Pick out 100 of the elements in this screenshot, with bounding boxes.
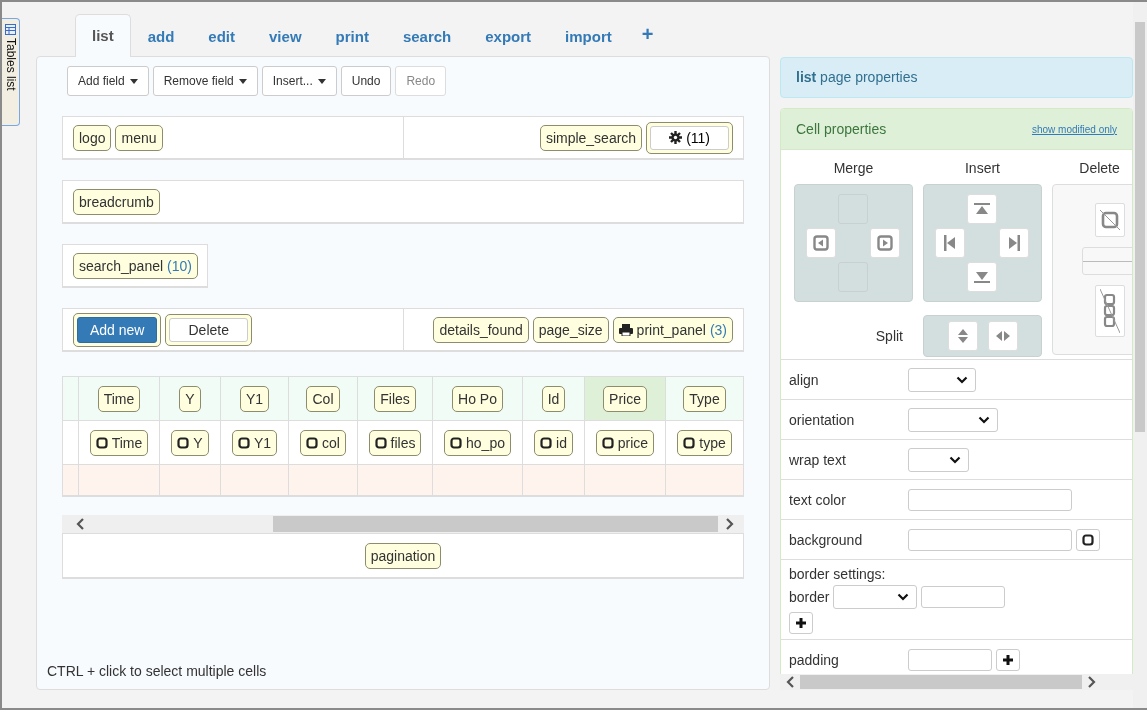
- table-cell[interactable]: Time: [79, 421, 160, 465]
- tab[interactable]: edit: [191, 15, 253, 57]
- table-cell[interactable]: price: [585, 421, 666, 465]
- tab[interactable]: import: [548, 15, 629, 57]
- add-new-button[interactable]: Add new: [77, 316, 158, 343]
- field-chip[interactable]: search_panel (10): [73, 252, 198, 279]
- dropdown-button[interactable]: Remove field: [152, 66, 258, 96]
- header-cell[interactable]: Time: [79, 377, 160, 421]
- field-chip[interactable]: col: [300, 429, 346, 456]
- tab[interactable]: search: [385, 15, 469, 57]
- table-cell[interactable]: col: [289, 421, 358, 465]
- field-chip[interactable]: ho_po: [444, 429, 511, 456]
- select-field[interactable]: [833, 584, 918, 609]
- field-chip[interactable]: menu: [115, 124, 163, 151]
- header-cell[interactable]: Type: [666, 377, 744, 421]
- table-cell[interactable]: Y: [160, 421, 221, 465]
- tab[interactable]: print: [318, 15, 386, 57]
- header-cell[interactable]: Files: [358, 377, 433, 421]
- table-cell[interactable]: type: [666, 421, 744, 465]
- text-field[interactable]: [921, 585, 1006, 608]
- add-padding-button[interactable]: [996, 648, 1020, 671]
- table-cell[interactable]: files: [358, 421, 433, 465]
- column-header-chip[interactable]: Y: [179, 385, 201, 412]
- delete-button[interactable]: Delete: [169, 317, 248, 342]
- tab[interactable]: export: [468, 15, 549, 57]
- scrollbar-thumb[interactable]: [800, 675, 1082, 689]
- field-chip[interactable]: print_panel (3): [612, 316, 733, 343]
- table-cell[interactable]: id: [523, 421, 585, 465]
- chevron-right-icon[interactable]: [1088, 676, 1096, 688]
- table-cell[interactable]: ho_po: [433, 421, 523, 465]
- show-modified-link[interactable]: show modified only: [1031, 123, 1117, 135]
- field-chip[interactable]: page_size: [532, 316, 609, 343]
- delete-column-button[interactable]: [1094, 284, 1125, 337]
- merge-left-button[interactable]: [806, 227, 836, 258]
- header-cell[interactable]: Ho Po: [433, 377, 523, 421]
- table-cell[interactable]: Y1: [221, 421, 289, 465]
- header-cell[interactable]: Price: [585, 377, 666, 421]
- field-chip[interactable]: pagination: [364, 542, 442, 569]
- field-chip[interactable]: type: [677, 429, 732, 456]
- tab[interactable]: view: [252, 15, 319, 57]
- chevron-down-icon: [978, 415, 990, 424]
- dropdown-button[interactable]: Insert...: [261, 66, 337, 96]
- chevron-left-icon[interactable]: [76, 518, 84, 530]
- column-header-chip[interactable]: Y1: [239, 385, 270, 412]
- column-header-chip[interactable]: Id: [541, 385, 566, 412]
- insert-right-button[interactable]: [999, 227, 1029, 258]
- dropdown-button[interactable]: Add field: [67, 66, 149, 96]
- field-chip[interactable]: simple_search: [539, 124, 643, 151]
- delete-cell-button[interactable]: [1094, 202, 1125, 237]
- tab[interactable]: list: [75, 14, 131, 57]
- merge-right-button[interactable]: [870, 227, 900, 258]
- field-chip[interactable]: logo: [73, 124, 112, 151]
- header-cell[interactable]: Id: [523, 377, 585, 421]
- text-field[interactable]: [908, 528, 1072, 551]
- column-header-chip[interactable]: Files: [374, 385, 416, 412]
- up-down-arrows-icon: [956, 327, 969, 344]
- add-border-button[interactable]: [789, 611, 813, 634]
- field-chip[interactable]: details_found: [433, 316, 529, 343]
- settings-button[interactable]: (11): [650, 125, 729, 150]
- text-field[interactable]: [908, 648, 992, 671]
- split-vertical-button[interactable]: [947, 320, 978, 351]
- field-chip[interactable]: files: [368, 429, 422, 456]
- square-icon: [237, 436, 250, 449]
- chevron-left-icon[interactable]: [786, 676, 794, 688]
- toolbar-button[interactable]: Undo: [340, 66, 392, 96]
- field-chip[interactable]: Y: [171, 429, 209, 456]
- field-chip[interactable]: id: [534, 429, 573, 456]
- insert-below-button[interactable]: [967, 261, 997, 292]
- square-arrow-left-icon: [813, 234, 829, 251]
- field-chip[interactable]: Time: [89, 429, 149, 456]
- insert-left-button[interactable]: [935, 227, 965, 258]
- text-field[interactable]: [908, 488, 1072, 511]
- select-field[interactable]: [908, 407, 998, 432]
- column-header-chip[interactable]: Price: [603, 385, 647, 412]
- scrollbar-thumb[interactable]: [273, 516, 718, 532]
- tab[interactable]: add: [130, 15, 192, 57]
- insert-bottom-icon: [974, 270, 990, 283]
- split-horizontal-button[interactable]: [987, 320, 1018, 351]
- column-header-chip[interactable]: Ho Po: [452, 385, 503, 412]
- color-picker-button[interactable]: [1076, 528, 1100, 551]
- tables-list-tab[interactable]: Tables list: [2, 18, 20, 126]
- header-cell[interactable]: Col: [289, 377, 358, 421]
- scrollbar-thumb[interactable]: [1135, 22, 1145, 432]
- select-field[interactable]: [908, 447, 969, 472]
- add-tab[interactable]: +: [628, 14, 667, 57]
- merge-label: Merge: [832, 160, 875, 178]
- property-label: background: [789, 531, 864, 548]
- header-cell[interactable]: Y1: [221, 377, 289, 421]
- field-chip[interactable]: breadcrumb: [73, 188, 160, 215]
- caret-icon: [129, 78, 138, 84]
- field-chip[interactable]: Y1: [231, 429, 278, 456]
- select-field[interactable]: [908, 367, 976, 392]
- field-chip[interactable]: price: [595, 429, 655, 456]
- column-header-chip[interactable]: Time: [97, 385, 141, 412]
- crossed-squares-icon: [1099, 288, 1120, 333]
- column-header-chip[interactable]: Col: [306, 385, 340, 412]
- chevron-right-icon[interactable]: [726, 518, 734, 530]
- header-cell[interactable]: Y: [160, 377, 221, 421]
- insert-above-button[interactable]: [967, 193, 997, 224]
- column-header-chip[interactable]: Type: [683, 385, 726, 412]
